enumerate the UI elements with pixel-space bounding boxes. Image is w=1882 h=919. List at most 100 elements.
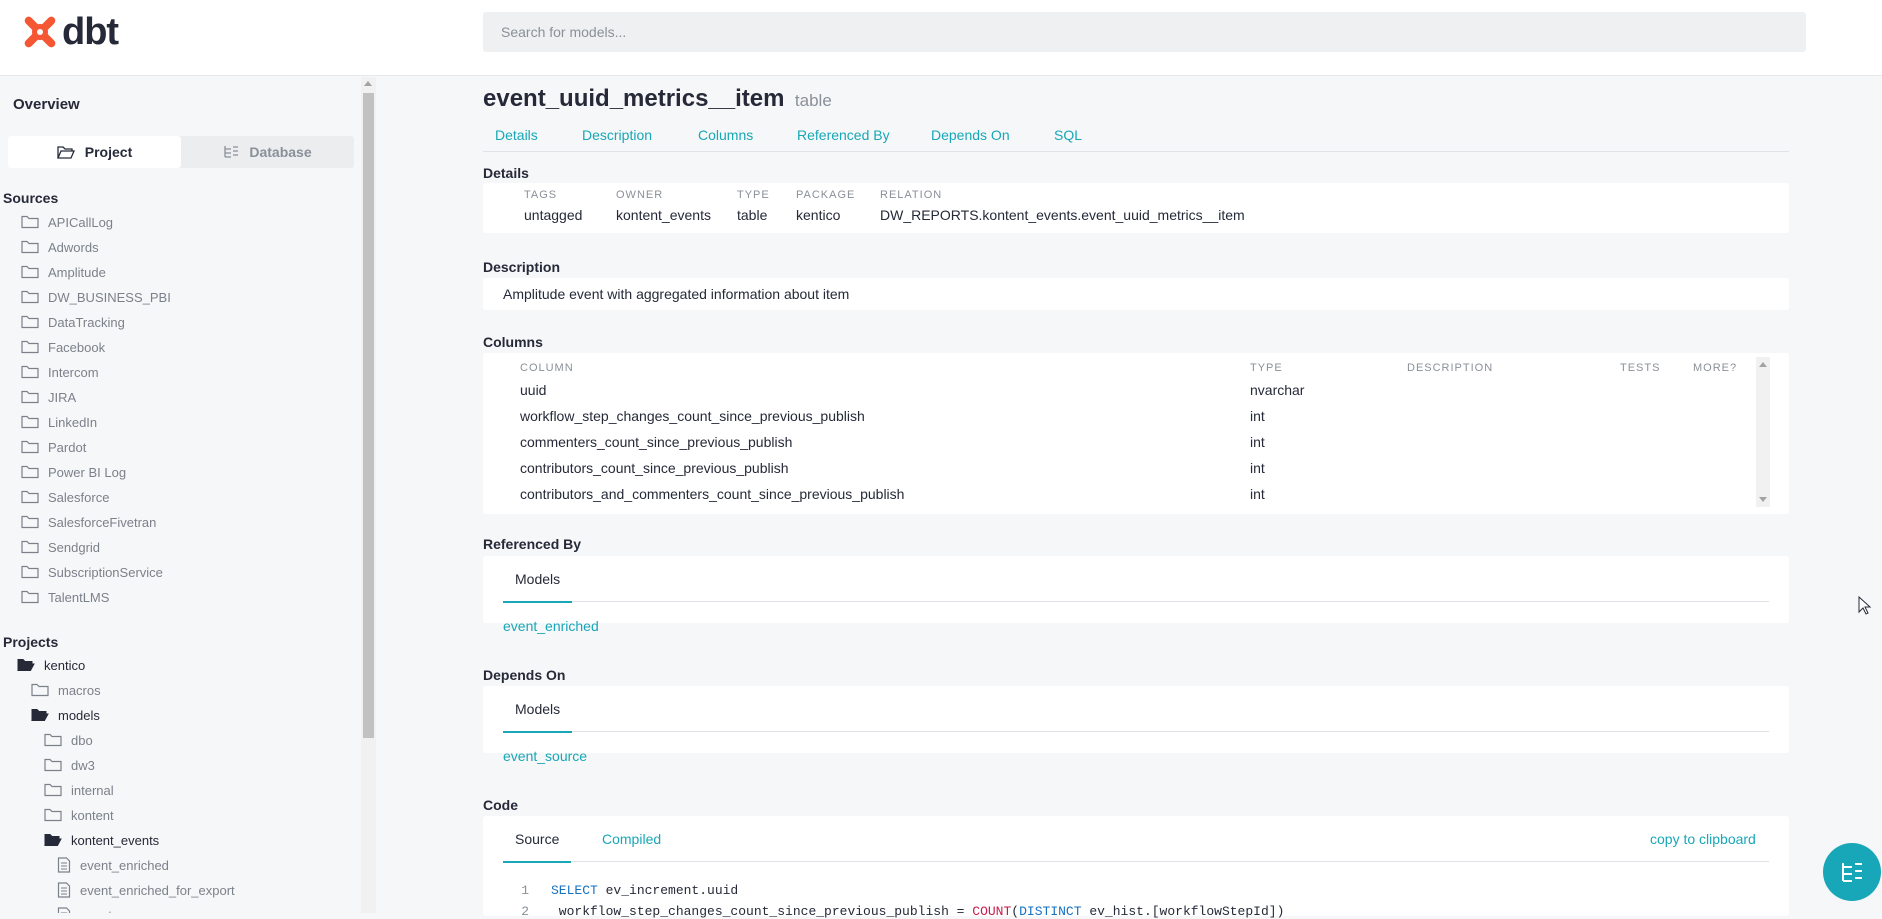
column-type: int xyxy=(1250,486,1265,502)
project-tree-item[interactable]: macros xyxy=(31,679,101,701)
source-item-label: Amplitude xyxy=(48,264,106,280)
project-tree-item[interactable]: kontent xyxy=(44,804,114,826)
projects-title: Projects xyxy=(3,634,59,650)
code-tabs: Source Compiled copy to clipboard xyxy=(503,816,1769,863)
tab-description[interactable]: Description xyxy=(582,127,652,143)
copy-to-clipboard-button[interactable]: copy to clipboard xyxy=(1650,831,1756,847)
dbt-logo[interactable]: dbt xyxy=(22,10,119,53)
project-tree-item[interactable]: dbo xyxy=(44,729,93,751)
column-name[interactable]: workflow_step_changes_count_since_previo… xyxy=(520,408,865,424)
source-item[interactable]: SubscriptionService xyxy=(21,561,163,583)
project-tree-item-label: kontent xyxy=(71,807,114,823)
folder-icon xyxy=(31,683,49,697)
project-tree-item[interactable]: event_source xyxy=(57,904,158,913)
project-tree-item[interactable]: event_enriched_for_export xyxy=(57,879,235,901)
project-tree-item[interactable]: kentico xyxy=(17,654,85,676)
referenced-by-models-tab[interactable]: Models xyxy=(503,571,573,603)
project-tree-item[interactable]: event_enriched xyxy=(57,854,169,876)
scroll-up-arrow-icon[interactable] xyxy=(1759,362,1767,367)
source-item-label: TalentLMS xyxy=(48,589,110,605)
tab-sql[interactable]: SQL xyxy=(1054,127,1082,143)
source-item-label: Adwords xyxy=(48,239,99,255)
source-item[interactable]: Intercom xyxy=(21,361,99,383)
column-type: int xyxy=(1250,408,1265,424)
lineage-graph-button[interactable] xyxy=(1823,843,1881,901)
project-tab-label: Project xyxy=(84,144,133,160)
logo-text: dbt xyxy=(62,10,119,53)
code-title: Code xyxy=(483,797,518,813)
database-tab-label: Database xyxy=(249,144,312,160)
referenced-by-card: Models event_enriched xyxy=(483,556,1789,634)
code-text: ev_increment.uuid xyxy=(597,883,739,898)
depends-on-models-tab[interactable]: Models xyxy=(503,701,573,733)
scroll-down-arrow-icon[interactable] xyxy=(1759,497,1767,502)
folder-icon xyxy=(21,440,39,454)
source-item-label: Power BI Log xyxy=(48,464,127,480)
scroll-up-arrow-icon[interactable] xyxy=(364,81,372,86)
code-function: COUNT xyxy=(972,904,1012,919)
source-item[interactable]: Adwords xyxy=(21,236,99,258)
code-line: 2 workflow_step_changes_count_since_prev… xyxy=(503,904,1284,919)
overview-link[interactable]: Overview xyxy=(13,96,80,113)
tab-details[interactable]: Details xyxy=(495,127,538,143)
column-name[interactable]: contributors_count_since_previous_publis… xyxy=(520,460,789,476)
depends-on-link[interactable]: event_source xyxy=(503,748,587,764)
tags-label: TAGS xyxy=(524,189,558,201)
source-item-label: LinkedIn xyxy=(48,414,98,430)
source-item[interactable]: Sendgrid xyxy=(21,536,100,558)
source-item[interactable]: APICallLog xyxy=(21,211,113,233)
source-item[interactable]: Salesforce xyxy=(21,486,109,508)
scroll-thumb[interactable] xyxy=(363,93,374,738)
folder-icon xyxy=(21,415,39,429)
project-tab-button[interactable]: Project xyxy=(8,136,181,168)
source-item-label: APICallLog xyxy=(48,214,114,230)
tab-columns[interactable]: Columns xyxy=(698,127,753,143)
file-icon xyxy=(57,857,71,873)
folder-icon xyxy=(44,783,62,797)
project-tree-item[interactable]: models xyxy=(31,704,100,726)
project-tree-item[interactable]: dw3 xyxy=(44,754,95,776)
referenced-by-link[interactable]: event_enriched xyxy=(503,618,599,634)
source-item[interactable]: Pardot xyxy=(21,436,86,458)
search-input[interactable] xyxy=(483,12,1806,52)
project-tree-item[interactable]: kontent_events xyxy=(44,829,159,851)
description-header: DESCRIPTION xyxy=(1407,362,1494,374)
database-tab-button[interactable]: Database xyxy=(181,136,354,168)
folder-open-icon xyxy=(44,834,62,846)
code-keyword: SELECT xyxy=(551,883,598,898)
tab-referenced-by[interactable]: Referenced By xyxy=(797,127,890,143)
source-item[interactable]: Amplitude xyxy=(21,261,106,283)
source-item-label: Facebook xyxy=(48,339,106,355)
column-name[interactable]: commenters_count_since_previous_publish xyxy=(520,434,792,450)
source-item[interactable]: LinkedIn xyxy=(21,411,97,433)
source-item-label: Salesforce xyxy=(48,489,110,505)
source-item[interactable]: Facebook xyxy=(21,336,105,358)
source-tab[interactable]: Source xyxy=(503,831,572,863)
source-item[interactable]: DataTracking xyxy=(21,311,125,333)
description-text: Amplitude event with aggregated informat… xyxy=(503,286,850,302)
folder-icon xyxy=(21,315,39,329)
column-name[interactable]: uuid xyxy=(520,382,546,398)
code-text: workflow_step_changes_count_since_previo… xyxy=(551,904,973,919)
folder-icon xyxy=(21,290,39,304)
tab-depends-on[interactable]: Depends On xyxy=(931,127,1010,143)
column-name[interactable]: contributors_and_commenters_count_since_… xyxy=(520,486,904,502)
column-type: int xyxy=(1250,434,1265,450)
details-card: TAGS untagged OWNER kontent_events TYPE … xyxy=(483,183,1789,233)
sidebar-scrollbar[interactable] xyxy=(361,77,376,913)
source-item[interactable]: DW_BUSINESS_PBI xyxy=(21,286,171,308)
folder-icon xyxy=(21,465,39,479)
folder-icon xyxy=(21,590,39,604)
columns-scrollbar[interactable] xyxy=(1756,357,1770,507)
project-tree-item[interactable]: internal xyxy=(44,779,114,801)
source-item[interactable]: JIRA xyxy=(21,386,76,408)
column-type: nvarchar xyxy=(1250,382,1305,398)
source-item-label: Pardot xyxy=(48,439,87,455)
column-type: int xyxy=(1250,460,1265,476)
sources-title: Sources xyxy=(3,190,59,206)
source-item[interactable]: Power BI Log xyxy=(21,461,126,483)
compiled-tab[interactable]: Compiled xyxy=(602,831,661,847)
package-label: PACKAGE xyxy=(796,189,856,201)
source-item[interactable]: SalesforceFivetran xyxy=(21,511,156,533)
source-item[interactable]: TalentLMS xyxy=(21,586,109,608)
